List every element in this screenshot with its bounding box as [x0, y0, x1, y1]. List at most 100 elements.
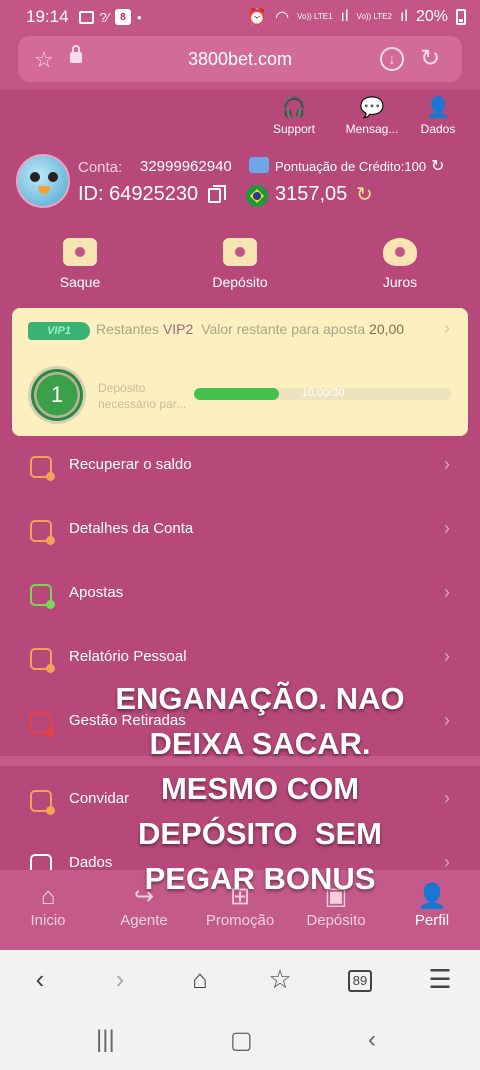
menu-label: Recuperar o saldo — [69, 456, 192, 473]
deposit-label-line1: Depósito — [98, 381, 146, 395]
dot-icon: • — [136, 9, 142, 25]
recent-apps-icon[interactable]: ||| — [96, 1026, 115, 1054]
wifi-question-icon: ?⁄ — [99, 9, 109, 25]
vip-valor-label: Valor restante para aposta — [201, 321, 366, 337]
juros-label: Juros — [382, 274, 418, 290]
menu-item-apostas[interactable]: Apostas › — [0, 570, 480, 620]
wifi-icon: ◠ — [275, 9, 290, 26]
medal-level: 1 — [50, 382, 64, 407]
top-actions: 🎧 Support 💬 Mensag... 👤 Dados — [260, 96, 460, 136]
withdrawals-icon — [30, 712, 55, 737]
progress-text: 10,00/30 — [301, 387, 345, 399]
home-button-icon[interactable]: ▢ — [230, 1026, 253, 1055]
user-id: ID: 64925230 — [78, 183, 199, 205]
alarm-icon: ⏰ — [247, 9, 268, 26]
image-icon — [78, 10, 94, 24]
deposit-progress-bar: 10,00/30 — [194, 387, 452, 400]
vip-remaining: Restantes VIP2 Valor restante para apost… — [96, 321, 404, 337]
menu-item-recuperar-saldo[interactable]: Recuperar o saldo › — [0, 442, 480, 492]
menu-icon[interactable]: ☰ — [420, 964, 460, 995]
account-details-icon — [30, 520, 55, 545]
saque-label: Saque — [59, 274, 101, 290]
data-button[interactable]: 👤 Dados — [416, 96, 460, 136]
nav-label: Promoção — [205, 912, 275, 929]
data-label: Dados — [420, 122, 456, 136]
sim1-label: Vo)) LTE1 — [297, 12, 333, 21]
app-icon: 8 — [114, 9, 131, 25]
chevron-right-icon: › — [444, 788, 450, 808]
avatar[interactable] — [16, 154, 70, 208]
system-nav: ||| ▢ ‹ — [0, 1012, 480, 1070]
vip-valor-amount: 20,00 — [369, 321, 405, 337]
juros-button[interactable]: Juros — [350, 238, 450, 290]
menu-label: Apostas — [69, 584, 124, 601]
credit-card-icon — [249, 157, 269, 173]
forward-icon[interactable]: › — [100, 964, 140, 995]
messages-label: Mensag... — [345, 122, 399, 136]
system-back-icon[interactable]: ‹ — [368, 1026, 376, 1054]
address-bar[interactable]: ☆ 3800bet.com ↓ ↻ — [18, 36, 462, 82]
chevron-right-icon: › — [444, 582, 450, 602]
caption-line: DEIXA SACAR. — [149, 726, 371, 761]
deposit-required-label: Depósito necessário par... — [98, 380, 186, 412]
reload-icon[interactable]: ↻ — [420, 44, 440, 73]
battery-icon — [456, 9, 466, 25]
conta-number: 32999962940 — [140, 158, 232, 175]
user-settings-icon: 👤 — [425, 97, 451, 119]
brazil-flag-icon — [246, 185, 268, 207]
bets-icon — [30, 584, 55, 609]
invite-icon — [30, 790, 55, 815]
copy-icon[interactable] — [208, 185, 226, 203]
chevron-right-icon: › — [444, 518, 450, 538]
deposit-label-line2: necessário par... — [98, 397, 187, 411]
browser-nav: ‹ › ⌂ ☆ 89 ☰ — [0, 950, 480, 1012]
credit-score: Pontuação de Crédito:100 — [275, 159, 427, 174]
wallet-icon — [223, 238, 257, 266]
menu-item-detalhes-conta[interactable]: Detalhes da Conta › — [0, 506, 480, 556]
bookmarks-icon[interactable]: ☆ — [260, 964, 300, 995]
chevron-right-icon: › — [444, 646, 450, 666]
nav-label: Inicio — [30, 912, 66, 929]
chevron-right-icon: › — [444, 710, 450, 730]
sim2-label: Vo)) LTE2 — [356, 12, 392, 21]
menu-label: Detalhes da Conta — [69, 520, 194, 537]
deposito-button[interactable]: Depósito — [190, 238, 290, 290]
signal-icon: ıl — [340, 8, 349, 25]
tabs-icon[interactable]: 89 — [348, 970, 372, 992]
conta-label: Conta: — [78, 159, 123, 176]
vip-next-level: VIP2 — [162, 321, 194, 337]
messages-button[interactable]: 💬 Mensag... — [338, 96, 406, 136]
balance: 3157,05 — [275, 183, 348, 205]
nav-label: Depósito — [306, 912, 366, 929]
back-icon[interactable]: ‹ — [20, 964, 60, 995]
menu-label: Relatório Pessoal — [69, 648, 187, 665]
home-icon[interactable]: ⌂ — [180, 964, 220, 995]
support-button[interactable]: 🎧 Support — [260, 96, 328, 136]
caption-line: DEPÓSITO SEM — [137, 816, 383, 851]
chat-icon: 💬 — [359, 97, 385, 119]
ticket-icon — [63, 238, 97, 266]
download-icon[interactable]: ↓ — [380, 47, 404, 71]
overlay-caption: ENGANAÇÃO. NAO DEIXA SACAR. MESMO COM DE… — [80, 676, 440, 901]
nav-label: Perfil — [414, 912, 450, 929]
refresh-balance-icon[interactable]: ↻ — [356, 182, 373, 207]
chevron-right-icon: › — [444, 454, 450, 474]
vip-card[interactable]: VIP1 Restantes VIP2 Valor restante para … — [12, 308, 468, 436]
status-right: ⏰ ◠ Vo)) LTE1 ıl Vo)) LTE2 ıl 20% — [247, 7, 466, 27]
chevron-right-icon[interactable]: › — [444, 318, 450, 339]
caption-line: ENGANAÇÃO. NAO — [115, 681, 405, 716]
caption-line: MESMO COM — [160, 771, 360, 806]
saque-button[interactable]: Saque — [30, 238, 130, 290]
headset-icon: 🎧 — [281, 97, 307, 119]
refresh-credit-icon[interactable]: ↻ — [431, 156, 444, 176]
vip-restantes: Restantes — [96, 321, 160, 337]
nav-label: Agente — [120, 912, 168, 929]
vip-tag: VIP1 — [28, 322, 90, 340]
vip-medal-icon: 1 — [28, 366, 86, 424]
piggy-bank-icon — [383, 238, 417, 266]
battery-text: 20% — [415, 8, 448, 25]
notification-icons: ?⁄ 8 • — [78, 9, 142, 25]
status-bar: 19:14 ?⁄ 8 • ⏰ ◠ Vo)) LTE1 ıl Vo)) LTE2 … — [0, 0, 480, 34]
status-time: 19:14 — [26, 7, 69, 26]
signal-icon: ıl — [399, 8, 408, 25]
